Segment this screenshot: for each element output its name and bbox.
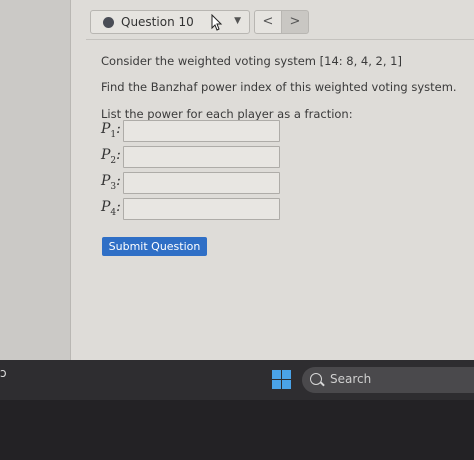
previous-question-button[interactable]: < <box>254 10 282 34</box>
next-question-button[interactable]: > <box>281 10 309 34</box>
player-3-label: P3: <box>101 173 121 192</box>
player-1-input[interactable] <box>123 120 280 142</box>
partial-taskbar-glyph: ↄ <box>0 366 7 380</box>
player-1-label: P1: <box>101 121 121 140</box>
laptop-bezel <box>0 400 474 460</box>
player-2-label: P2: <box>101 147 121 166</box>
player-4-label: P4: <box>101 199 121 218</box>
left-strip <box>0 0 70 360</box>
question-selector[interactable]: Question 10 ▼ <box>90 10 250 34</box>
windows-start-icon[interactable] <box>272 370 291 389</box>
question-label: Question 10 <box>121 15 194 29</box>
question-instruction: List the power for each player as a frac… <box>101 107 353 121</box>
player-4-input[interactable] <box>123 198 280 220</box>
mouse-cursor-icon <box>211 14 223 31</box>
player-3-input[interactable] <box>123 172 280 194</box>
divider <box>86 39 474 40</box>
status-dot-icon <box>103 17 114 28</box>
caret-down-icon: ▼ <box>234 16 241 26</box>
taskbar-search-box[interactable] <box>302 367 474 393</box>
submit-question-button[interactable]: Submit Question <box>102 237 207 256</box>
question-task: Find the Banzhaf power index of this wei… <box>101 80 457 94</box>
search-placeholder: Search <box>330 372 372 386</box>
player-2-input[interactable] <box>123 146 280 168</box>
search-icon <box>310 373 322 385</box>
question-prompt: Consider the weighted voting system [14:… <box>101 54 402 68</box>
question-nav-bar: Question 10 ▼ < > <box>84 6 474 36</box>
